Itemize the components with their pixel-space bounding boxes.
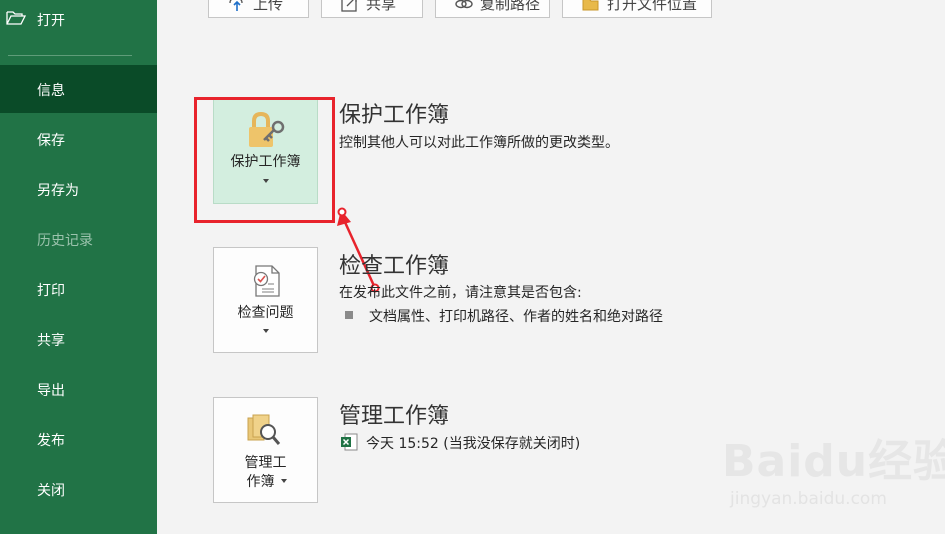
sidebar-item-label: 打开 (37, 13, 65, 29)
chevron-down-icon (262, 329, 269, 333)
autosaved-version-link[interactable]: 今天 15:52 (当我没保存就关闭时) (366, 433, 580, 453)
watermark-brand: Baidu经验 (722, 436, 945, 487)
sidebar-item-export[interactable]: 导出 (0, 365, 157, 413)
open-file-location-button[interactable]: 打开文件位置 (562, 0, 712, 18)
manage-workbook-button[interactable]: 管理工 作簿 (213, 397, 318, 503)
sidebar-item-close[interactable]: 关闭 (0, 465, 157, 513)
chevron-down-icon (280, 479, 287, 483)
open-file-location-label: 打开文件位置 (607, 0, 698, 13)
manage-workbook-title: 管理工作簿 (339, 404, 450, 429)
manage-workbook-label-line1: 管理工 (244, 455, 287, 471)
documents-search-icon (247, 414, 281, 445)
sidebar-divider (8, 55, 132, 56)
sidebar-item-label: 导出 (37, 383, 65, 399)
sidebar-item-label: 历史记录 (37, 233, 93, 249)
copy-path-label: 复制路径 (480, 0, 541, 13)
sidebar-item-label: 共享 (37, 333, 65, 349)
check-for-issues-button[interactable]: 检查问题 (213, 247, 318, 353)
sidebar-item-label: 发布 (37, 433, 65, 449)
baidu-watermark-logo: Baidu经验 jingyan.baidu.com (722, 425, 945, 517)
check-for-issues-label: 检查问题 (237, 305, 294, 321)
protect-workbook-title: 保护工作簿 (339, 103, 450, 128)
link-icon (455, 0, 473, 9)
inspect-workbook-title: 检查工作簿 (339, 254, 450, 279)
share-label: 共享 (366, 0, 397, 13)
highlight-box (194, 97, 335, 223)
sidebar-item-label: 另存为 (37, 183, 79, 199)
share-icon (341, 0, 357, 12)
copy-path-button[interactable]: 复制路径 (435, 0, 550, 18)
sidebar-item-save[interactable]: 保存 (0, 115, 157, 163)
sidebar-item-publish[interactable]: 发布 (0, 415, 157, 463)
sidebar-item-label: 关闭 (37, 483, 65, 499)
folder-icon (582, 0, 599, 11)
document-check-icon (253, 265, 280, 297)
sidebar-item-open[interactable]: 打开 (0, 0, 157, 38)
sidebar-item-info[interactable]: 信息 (0, 65, 157, 113)
sidebar-item-label: 打印 (37, 283, 65, 299)
sidebar-item-print[interactable]: 打印 (0, 265, 157, 313)
sidebar-item-history: 历史记录 (0, 215, 157, 263)
upload-label: 上传 (253, 0, 284, 13)
inspect-workbook-desc: 在发布此文件之前，请注意其是否包含: (339, 285, 582, 301)
upload-icon (229, 0, 243, 11)
watermark-url: jingyan.baidu.com (730, 489, 887, 509)
manage-workbook-label-line2: 作簿 (246, 474, 275, 490)
sidebar-item-share[interactable]: 共享 (0, 315, 157, 363)
inspect-workbook-item: 文档属性、打印机路径、作者的姓名和绝对路径 (369, 309, 663, 325)
sidebar-item-save-as[interactable]: 另存为 (0, 165, 157, 213)
bullet-icon (345, 311, 353, 319)
share-button[interactable]: 共享 (321, 0, 423, 18)
upload-button[interactable]: 上传 (208, 0, 309, 18)
backstage-sidebar: 打开 信息 保存 另存为 历史记录 打印 共享 导出 发布 关闭 (0, 0, 157, 534)
sidebar-item-label: 信息 (37, 83, 65, 99)
protect-workbook-desc: 控制其他人可以对此工作簿所做的更改类型。 (339, 135, 619, 151)
folder-open-icon (6, 11, 26, 25)
excel-file-icon (341, 433, 358, 451)
sidebar-item-label: 保存 (37, 133, 65, 149)
